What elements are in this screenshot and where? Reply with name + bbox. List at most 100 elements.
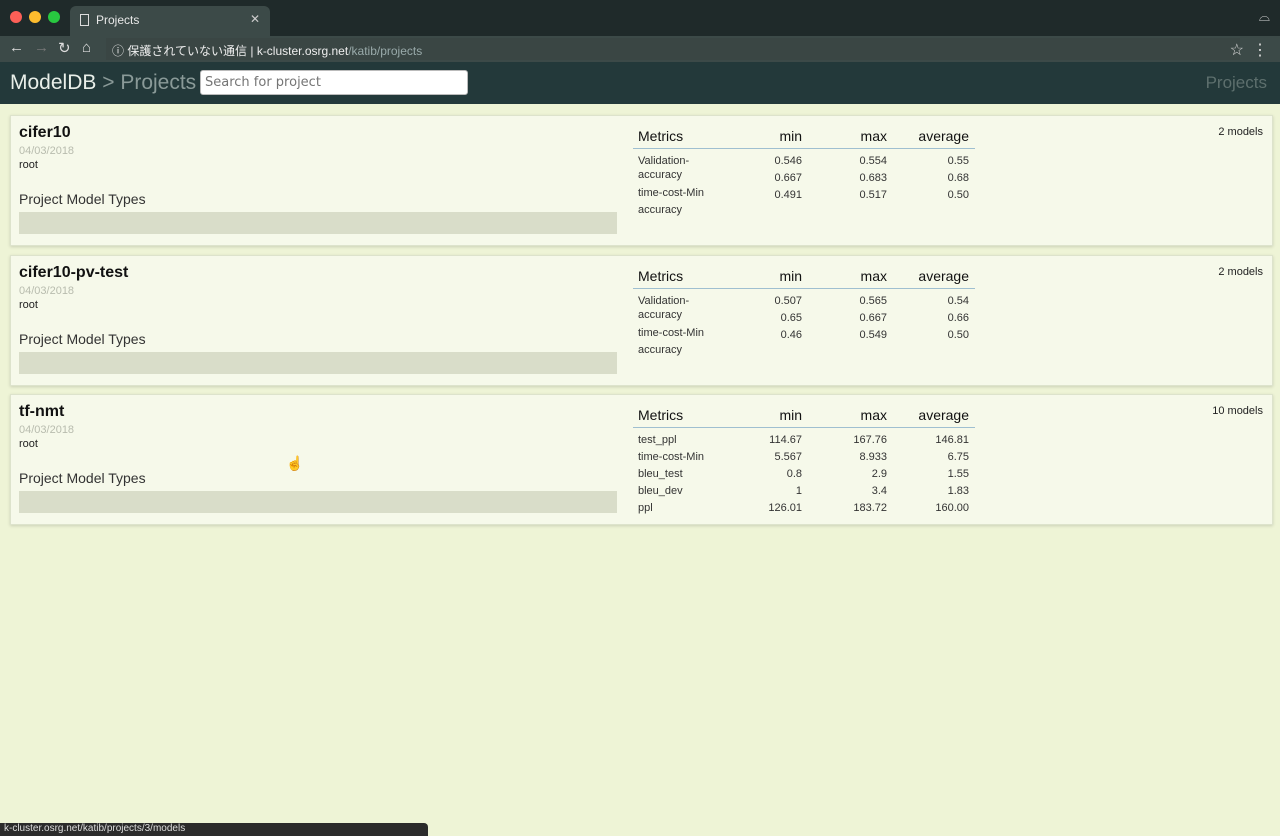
breadcrumb: ModelDB > Projects — [10, 71, 196, 95]
metric-value: 0.546 — [774, 155, 802, 167]
search-input[interactable] — [200, 70, 468, 95]
url-host: k-cluster.osrg.net — [256, 44, 349, 58]
model-types-heading: Project Model Types — [19, 191, 146, 207]
model-types-heading: Project Model Types — [19, 470, 146, 486]
app-header: ModelDB > Projects Projects — [0, 62, 1280, 104]
project-date: 04/03/2018 — [19, 424, 75, 436]
browser-tab-bar: Projects ✕ ⌓ — [0, 0, 1280, 36]
close-window-button[interactable] — [10, 11, 22, 23]
maximize-window-button[interactable] — [48, 11, 60, 23]
metric-value: 1.55 — [947, 468, 969, 480]
metric-value: 0.549 — [859, 329, 887, 341]
metric-value: 0.66 — [947, 312, 969, 324]
reload-icon[interactable]: ↻ — [58, 39, 71, 57]
tab-title: Projects — [96, 13, 140, 27]
project-card[interactable]: cifer10-pv-test 04/03/2018 root Project … — [10, 255, 1273, 386]
col-min: min — [779, 268, 802, 284]
metric-value: 0.507 — [774, 295, 802, 307]
metric-value: 1 — [795, 485, 802, 497]
metric-value: 0.491 — [774, 189, 802, 201]
metric-label: time-cost-Min accuracy — [638, 327, 705, 356]
metric-value: 126.01 — [768, 502, 802, 514]
metric-row: bleu_dev 1 3.4 1.83 — [633, 483, 975, 500]
col-metrics: Metrics — [638, 407, 684, 423]
metric-value: 167.76 — [853, 434, 887, 446]
project-owner: root — [19, 438, 38, 450]
url-field[interactable]: ⓘ 保護されていない通信 | k-cluster.osrg.net/katib/… — [106, 38, 1240, 60]
metric-value: 0.54 — [947, 295, 969, 307]
metric-label: time-cost-Min accuracy — [638, 187, 705, 216]
model-count: 10 models — [1212, 405, 1263, 417]
col-max: max — [860, 407, 887, 423]
home-icon[interactable]: ⌂ — [82, 39, 91, 56]
metric-row: bleu_test 0.8 2.9 1.55 — [633, 466, 975, 483]
metrics-header: Metrics min max average — [633, 128, 975, 149]
info-icon: ⓘ — [112, 44, 125, 58]
document-icon — [80, 14, 89, 26]
metric-value: 6.75 — [947, 451, 969, 463]
project-name[interactable]: cifer10-pv-test — [19, 264, 128, 282]
metric-label: Validation-accuracy — [638, 295, 690, 321]
metric-label: bleu_test — [638, 468, 683, 480]
minimize-window-button[interactable] — [29, 11, 41, 23]
project-name[interactable]: tf-nmt — [19, 403, 64, 421]
project-card[interactable]: cifer10 04/03/2018 root Project Model Ty… — [10, 115, 1273, 246]
status-bar-url: k-cluster.osrg.net/katib/projects/3/mode… — [0, 823, 428, 836]
forward-icon[interactable]: → — [34, 39, 49, 56]
incognito-icon: ⌓ — [1258, 8, 1270, 24]
metric-value: 146.81 — [935, 434, 969, 446]
model-types-heading: Project Model Types — [19, 331, 146, 347]
metrics-table: Metrics min max average Validation-accuracy… — [633, 268, 975, 356]
col-metrics: Metrics — [638, 268, 684, 284]
metric-label: ppl — [638, 502, 653, 514]
metric-value: 0.65 — [780, 312, 802, 324]
model-types-bar — [19, 212, 617, 234]
project-date: 04/03/2018 — [19, 285, 75, 297]
metric-value: 0.46 — [780, 329, 802, 341]
back-icon[interactable]: ← — [9, 39, 24, 56]
metrics-table: Metrics min max average test_ppl 114.67 167.7… — [633, 407, 975, 517]
metric-value: 0.50 — [947, 329, 969, 341]
metric-value: 183.72 — [853, 502, 887, 514]
project-card[interactable]: tf-nmt 04/03/2018 root Project Model Typ… — [10, 394, 1273, 525]
metric-value: 0.517 — [859, 189, 887, 201]
col-min: min — [779, 407, 802, 423]
metric-label: bleu_dev — [638, 485, 683, 497]
metric-label: test_ppl — [638, 434, 677, 446]
metric-row: test_ppl 114.67 167.76 146.81 — [633, 432, 975, 449]
browser-tab[interactable]: Projects ✕ — [70, 6, 270, 36]
security-label: 保護されていない通信 — [127, 44, 248, 58]
metric-row: ppl 126.01 183.72 160.00 — [633, 500, 975, 517]
nav-projects-link[interactable]: Projects — [1206, 73, 1267, 93]
metric-value: 0.68 — [947, 172, 969, 184]
metric-value: 0.683 — [859, 172, 887, 184]
project-name[interactable]: cifer10 — [19, 124, 71, 142]
address-bar-row: ← → ↻ ⌂ ⓘ 保護されていない通信 | k-cluster.osrg.ne… — [0, 36, 1280, 62]
project-owner: root — [19, 299, 38, 311]
metric-value: 0.667 — [774, 172, 802, 184]
metric-value: 0.554 — [859, 155, 887, 167]
col-max: max — [860, 128, 887, 144]
close-tab-icon[interactable]: ✕ — [250, 12, 260, 26]
bookmark-star-icon[interactable]: ☆ — [1230, 40, 1244, 60]
metric-label: time-cost-Min — [638, 451, 705, 463]
project-owner: root — [19, 159, 38, 171]
metric-value: 0.8 — [786, 468, 802, 480]
metric-value: 0.55 — [947, 155, 969, 167]
col-max: max — [860, 268, 887, 284]
col-average: average — [918, 128, 969, 144]
breadcrumb-separator: > — [96, 71, 121, 94]
metric-value: 1.83 — [947, 485, 969, 497]
metrics-table: Metrics min max average Validation-accuracy… — [633, 128, 975, 216]
metric-value: 0.667 — [859, 312, 887, 324]
brand-link[interactable]: ModelDB — [10, 71, 96, 94]
model-count: 2 models — [1218, 126, 1263, 138]
url-path: /katib/projects — [348, 44, 423, 58]
model-types-bar — [19, 491, 617, 513]
hand-cursor-icon: ☝ — [286, 455, 304, 471]
metric-value: 160.00 — [935, 502, 969, 514]
metric-row: time-cost-Min 5.567 8.933 6.75 — [633, 449, 975, 466]
col-average: average — [918, 407, 969, 423]
metrics-header: Metrics min max average — [633, 268, 975, 289]
menu-icon[interactable]: ⋮ — [1252, 40, 1268, 60]
